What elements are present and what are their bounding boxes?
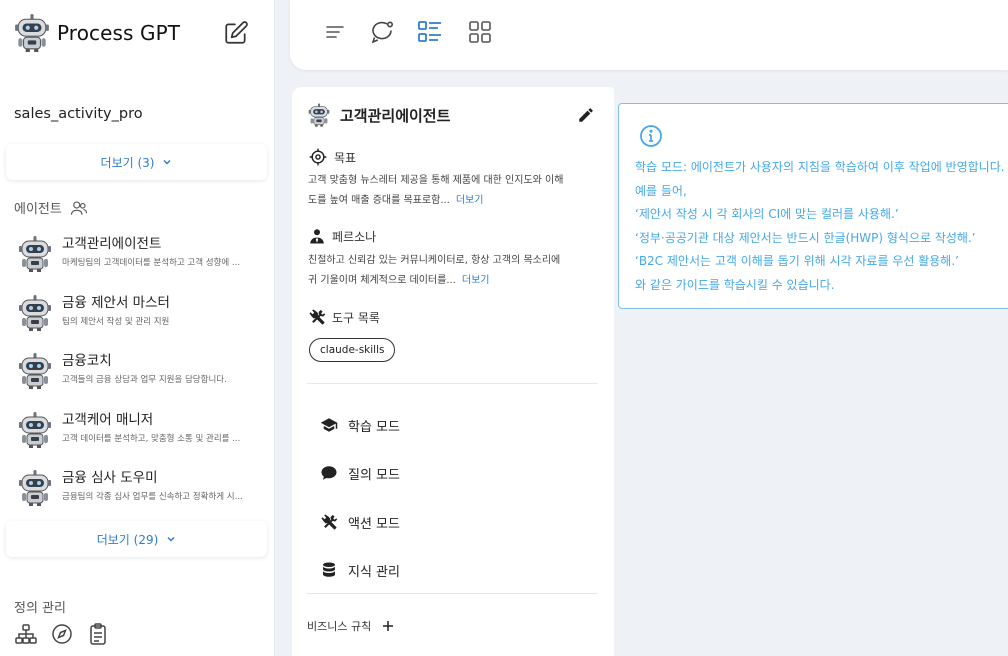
- robot-avatar-icon: [18, 412, 52, 448]
- robot-avatar-icon: [18, 295, 52, 331]
- info-line: 예를 들어,: [635, 183, 687, 198]
- agents-label: 에이전트: [14, 202, 62, 217]
- chat-icon[interactable]: [369, 18, 397, 46]
- query-mode-item[interactable]: 질의 모드: [320, 462, 400, 484]
- database-icon: [323, 562, 335, 577]
- brand[interactable]: Process GPT: [14, 14, 180, 52]
- agent-detail-panel: 고객관리에이전트 목표 고객 맞춤형 뉴스레터 제공을 통해 제품에 대한 인지…: [292, 87, 614, 656]
- business-rules-label: 비즈니스 규칙: [307, 620, 372, 633]
- target-icon: [309, 148, 327, 166]
- tools-icon: [321, 514, 338, 530]
- goal-label: 목표: [334, 150, 357, 165]
- persona-icon: [310, 229, 324, 244]
- edit-pencil-icon[interactable]: [577, 106, 595, 124]
- sidebar-agent-item[interactable]: 고객케어 매니저 고객 데이터를 분석하고, 맞춤형 소통 및 관리를 ...: [18, 406, 263, 456]
- agent-description: 팀의 제안서 작성 및 관리 지원: [62, 317, 170, 327]
- chevron-down-icon: [163, 159, 171, 165]
- agent-description: 마케팅팀의 고객데이터를 분석하고 고객 성향에 ...: [62, 258, 241, 268]
- new-chat-edit-icon[interactable]: [223, 20, 249, 46]
- sidebar: Process GPT sales_activity_pro 더보기 (3) 에…: [0, 0, 275, 656]
- tools-icon: [309, 309, 326, 325]
- goal-line-2: 도를 높여 매출 증대를 목표로함... 더보기: [308, 191, 598, 211]
- goal-line-text: 도를 높여 매출 증대를 목표로함...: [308, 195, 450, 206]
- info-icon: [640, 125, 662, 147]
- chevron-down-icon: [167, 536, 175, 542]
- agent-description: 고객 데이터를 분석하고, 맞춤형 소통 및 관리를 ...: [62, 434, 241, 444]
- top-toolbar: [290, 0, 1008, 70]
- sidebar-agent-item[interactable]: 금융 심사 도우미 금융팀의 각종 심사 업무를 신속하고 정확하게 시...: [18, 464, 263, 514]
- persona-text: 친절하고 신뢰감 있는 커뮤니케이터로, 항상 고객의 목소리에 귀 기울이며 …: [308, 251, 598, 291]
- definition-icons: [14, 622, 110, 646]
- robot-avatar-icon: [18, 470, 52, 506]
- agent-title: 고객관리에이전트: [340, 106, 451, 125]
- learn-mode-info-card: 학습 모드: 에이전트가 사용자의 지침을 학습하여 이후 작업에 반영합니다.…: [618, 103, 1008, 309]
- sidebar-agent-item[interactable]: 금융 제안서 마스터 팀의 제안서 작성 및 관리 지원: [18, 289, 263, 339]
- info-line: ‘제안서 작성 시 각 회사의 CI에 맞는 컬러를 사용해.’: [635, 207, 899, 221]
- agent-name: 금융 심사 도우미: [62, 470, 158, 486]
- agent-name: 고객케어 매니저: [62, 412, 154, 428]
- info-text: 학습 모드: 에이전트가 사용자의 지침을 학습하여 이후 작업에 반영합니다.…: [635, 156, 1008, 297]
- goal-text: 고객 맞춤형 뉴스레터 제공을 통해 제품에 대한 인지도와 이해 도를 높여 …: [308, 171, 598, 211]
- knowledge-management-label: 지식 관리: [348, 564, 400, 580]
- persona-heading: 페르소나: [308, 227, 376, 245]
- goal-line: 고객 맞춤형 뉴스레터 제공을 통해 제품에 대한 인지도와 이해: [308, 175, 564, 186]
- agents-section-label: 에이전트: [14, 198, 88, 217]
- knowledge-management-item[interactable]: 지식 관리: [320, 559, 400, 581]
- learn-mode-label: 학습 모드: [348, 419, 400, 435]
- robot-logo-icon: [14, 14, 50, 52]
- goal-more-link[interactable]: 더보기: [456, 195, 484, 206]
- goal-heading: 목표: [308, 147, 356, 167]
- info-line: ‘B2C 제안서는 고객 이해를 돕기 위해 시각 자료를 우선 활용해.’: [635, 254, 959, 268]
- persona-label: 페르소나: [332, 229, 377, 244]
- more-agents-label: 더보기 (29): [96, 532, 159, 547]
- info-line: ‘정부·공공기관 대상 제안서는 반드시 한글(HWP) 형식으로 작성해.’: [635, 230, 976, 245]
- agent-header: 고객관리에이전트: [308, 103, 450, 127]
- menu-icon[interactable]: [321, 18, 349, 46]
- tools-heading: 도구 목록: [308, 308, 380, 326]
- learn-mode-item[interactable]: 학습 모드: [320, 414, 400, 436]
- persona-line-text: 귀 기울이며 체계적으로 데이터를...: [308, 275, 456, 286]
- robot-avatar-icon: [308, 103, 330, 127]
- clipboard-icon[interactable]: [86, 622, 110, 646]
- agent-description: 고객들의 금융 상담과 업무 지원을 담당합니다.: [62, 375, 227, 385]
- persona-line-2: 귀 기울이며 체계적으로 데이터를... 더보기: [308, 271, 598, 291]
- action-mode-label: 액션 모드: [348, 516, 400, 532]
- info-line: 학습 모드: 에이전트가 사용자의 지침을 학습하여 이후 작업에 반영합니다.: [635, 160, 1005, 174]
- app-title: Process GPT: [57, 21, 181, 45]
- sidebar-agent-item[interactable]: 금융코치 고객들의 금융 상담과 업무 지원을 담당합니다.: [18, 347, 263, 397]
- more-projects-label: 더보기 (3): [100, 155, 155, 170]
- graduation-cap-icon: [320, 418, 338, 432]
- agent-name: 금융코치: [62, 353, 112, 369]
- process-tree-icon[interactable]: [14, 622, 38, 646]
- project-name[interactable]: sales_activity_pro: [14, 106, 143, 122]
- add-plus-icon[interactable]: [381, 619, 395, 633]
- tool-chip[interactable]: claude-skills: [309, 338, 396, 362]
- agent-name: 금융 제안서 마스터: [62, 295, 170, 311]
- list-detail-icon[interactable]: [416, 18, 444, 46]
- grid-icon[interactable]: [466, 18, 494, 46]
- sidebar-agent-item[interactable]: 고객관리에이전트 마케팅팀의 고객데이터를 분석하고 고객 성향에 ...: [18, 230, 263, 280]
- more-projects-button[interactable]: 더보기 (3): [6, 144, 267, 180]
- agent-name: 고객관리에이전트: [62, 236, 162, 252]
- action-mode-item[interactable]: 액션 모드: [320, 511, 400, 533]
- business-rules-row: 비즈니스 규칙: [307, 618, 395, 634]
- tools-label: 도구 목록: [332, 310, 380, 325]
- agent-description: 금융팀의 각종 심사 업무를 신속하고 정확하게 시...: [62, 492, 243, 502]
- persona-more-link[interactable]: 더보기: [462, 275, 490, 286]
- divider: [307, 383, 598, 384]
- divider: [307, 593, 598, 594]
- persona-line: 친절하고 신뢰감 있는 커뮤니케이터로, 항상 고객의 목소리에: [308, 255, 561, 266]
- speech-bubble-icon: [321, 466, 337, 480]
- compass-icon[interactable]: [50, 622, 74, 646]
- robot-avatar-icon: [18, 353, 52, 389]
- more-agents-button[interactable]: 더보기 (29): [6, 521, 267, 557]
- robot-avatar-icon: [18, 236, 52, 272]
- users-icon: [70, 200, 87, 215]
- query-mode-label: 질의 모드: [348, 467, 400, 483]
- info-line: 와 같은 가이드를 학습시킬 수 있습니다.: [635, 277, 835, 292]
- definition-section-label: 정의 관리: [14, 601, 66, 616]
